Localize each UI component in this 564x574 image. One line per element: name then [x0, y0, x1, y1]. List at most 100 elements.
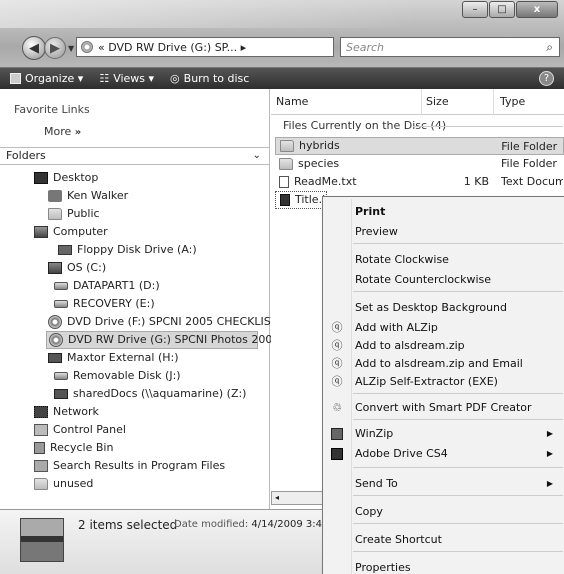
menu-item-set-as-desktop-background[interactable]: Set as Desktop Background [323, 299, 564, 317]
organize-icon [10, 73, 21, 84]
menu-item-label: WinZip [355, 427, 394, 440]
tree-item[interactable]: Floppy Disk Drive (A:) [0, 241, 269, 259]
close-button[interactable]: x [516, 1, 558, 18]
context-menu: Print Preview Rotate Clockwise Rotate Count… [322, 196, 564, 574]
alzip-icon: ⓠ [331, 339, 343, 352]
column-type[interactable]: Type [500, 95, 525, 108]
tree-item[interactable]: sharedDocs (\\aquamarine) (Z:) [0, 385, 269, 403]
menu-item-rotate-clockwise[interactable]: Rotate Clockwise [323, 251, 564, 269]
column-size[interactable]: Size [426, 95, 449, 108]
tree-item[interactable]: DATAPART1 (D:) [0, 277, 269, 295]
menu-item-winzip[interactable]: WinZip ▶ [323, 425, 564, 443]
network-drive-icon [54, 389, 68, 399]
window-title-bar: – □ x ◀ ▶ ▼ « DVD RW Drive (G:) SP... ▸ … [0, 0, 564, 68]
menu-item-preview[interactable]: Preview [323, 223, 564, 241]
menu-item-convert-with-smart-pdf-creator[interactable]: ♲ Convert with Smart PDF Creator [323, 399, 564, 417]
tree-item-label: Maxtor External (H:) [67, 351, 179, 364]
menu-item-send-to[interactable]: Send To ▶ [323, 475, 564, 493]
menu-separator [353, 523, 563, 524]
tree-item[interactable]: OS (C:) [0, 259, 269, 277]
tree-item[interactable]: Recycle Bin [0, 439, 269, 457]
menu-item-alzip-self-extractor-exe[interactable]: ⓠ ALZip Self-Extractor (EXE) [323, 373, 564, 391]
folders-header[interactable]: Folders ⌄ [0, 147, 269, 165]
date-modified-value: 4/14/2009 3:48 [251, 519, 329, 530]
tree-item[interactable]: RECOVERY (E:) [0, 295, 269, 313]
tree-item[interactable]: Computer [0, 223, 269, 241]
tree-item-label: Computer [53, 225, 108, 238]
pdf-creator-icon: ♲ [332, 401, 342, 414]
menu-item-adobe-drive-cs4[interactable]: Adobe Drive CS4 ▶ [323, 445, 564, 463]
burn-to-disc-button[interactable]: ◎ Burn to disc [170, 72, 249, 85]
menu-item-label: Rotate Counterclockwise [355, 273, 492, 286]
submenu-arrow-icon: ▶ [546, 479, 553, 488]
help-icon[interactable]: ? [539, 71, 554, 86]
file-name: Title.j [295, 193, 326, 206]
address-path[interactable]: « DVD RW Drive (G:) SP... ▸ [98, 41, 246, 54]
file-row[interactable]: Title.j [275, 191, 327, 209]
scroll-left-icon[interactable]: ◂ [275, 493, 279, 502]
tree-item[interactable]: Public [0, 205, 269, 223]
tree-item[interactable]: Maxtor External (H:) [0, 349, 269, 367]
file-row[interactable]: hybrids File Folder [275, 137, 564, 155]
more-links-button[interactable]: More » [44, 125, 81, 138]
organize-button[interactable]: Organize ▾ [10, 72, 83, 85]
menu-item-add-to-alsdream-zip-and-email[interactable]: ⓠ Add to alsdream.zip and Email [323, 355, 564, 373]
tree-item[interactable]: Desktop [0, 169, 269, 187]
command-bar: Organize ▾ ☷ Views ▾ ◎ Burn to disc ? [0, 68, 564, 89]
tree-item[interactable]: Removable Disk (J:) [0, 367, 269, 385]
tree-item[interactable]: Search Results in Program Files [0, 457, 269, 475]
tree-item[interactable]: Network [0, 403, 269, 421]
address-bar[interactable]: « DVD RW Drive (G:) SP... ▸ ▼ ⟳ [76, 37, 334, 57]
more-label: More [44, 125, 72, 138]
forward-button[interactable]: ▶ [44, 37, 66, 59]
maximize-button[interactable]: □ [489, 1, 515, 18]
dvd-icon [49, 333, 63, 347]
tree-item[interactable]: unused [0, 475, 269, 493]
tree-item[interactable]: Ken Walker [0, 187, 269, 205]
dvd-drive-icon [81, 41, 93, 53]
file-name-cell[interactable]: hybrids [276, 138, 421, 154]
menu-separator [353, 243, 563, 244]
back-button[interactable]: ◀ [22, 36, 46, 60]
file-row[interactable]: species File Folder [275, 155, 564, 173]
back-arrow-icon: ◀ [29, 40, 39, 56]
submenu-arrow-icon: ▶ [546, 449, 553, 458]
file-type: File Folder [501, 157, 557, 170]
column-name[interactable]: Name [276, 95, 308, 108]
menu-item-create-shortcut[interactable]: Create Shortcut [323, 531, 564, 549]
menu-item-copy[interactable]: Copy [323, 503, 564, 521]
tree-item[interactable]: Control Panel [0, 421, 269, 439]
tree-item[interactable]: DVD Drive (F:) SPCNI 2005 CHECKLIST [0, 313, 277, 331]
minimize-button[interactable]: – [462, 1, 488, 18]
menu-item-add-with-alzip[interactable]: ⓠ Add with ALZip [323, 319, 564, 337]
tree-item-label: DVD Drive (F:) SPCNI 2005 CHECKLIST [67, 315, 278, 328]
tree-item[interactable]: DVD RW Drive (G:) SPCNI Photos 2009 [46, 331, 279, 349]
file-name: species [298, 157, 340, 170]
network-icon [34, 406, 48, 418]
column-divider[interactable] [493, 89, 494, 115]
search-input[interactable]: Search ⌕ [340, 37, 560, 57]
folder-icon [279, 158, 293, 170]
column-headers: Name Size Type [271, 89, 564, 115]
menu-item-label: ALZip Self-Extractor (EXE) [355, 375, 498, 388]
file-name-cell[interactable]: ReadMe.txt [275, 173, 421, 191]
forward-arrow-icon: ▶ [50, 40, 60, 56]
tree-item-label: OS (C:) [67, 261, 107, 274]
views-button[interactable]: ☷ Views ▾ [99, 72, 154, 85]
recent-pages-dropdown[interactable]: ▼ [68, 44, 74, 53]
chevron-down-icon[interactable]: ⌄ [253, 148, 261, 164]
tree-item-label: Recycle Bin [50, 441, 114, 454]
file-name-cell[interactable]: species [275, 155, 421, 173]
menu-item-rotate-counterclockwise[interactable]: Rotate Counterclockwise [323, 271, 564, 289]
menu-item-print[interactable]: Print [323, 203, 564, 221]
alzip-icon: ⓠ [331, 321, 343, 334]
date-modified-label: Date modified: [174, 519, 249, 530]
search-icon[interactable]: ⌕ [546, 40, 553, 55]
file-row[interactable]: ReadMe.txt 1 KB Text Docume [275, 173, 564, 191]
removable-disk-icon [54, 372, 68, 380]
file-name-cell[interactable]: Title.j [276, 192, 326, 208]
menu-item-properties[interactable]: Properties [323, 559, 564, 574]
menu-item-label: Add to alsdream.zip and Email [355, 357, 523, 370]
menu-item-add-to-alsdream-zip[interactable]: ⓠ Add to alsdream.zip [323, 337, 564, 355]
column-divider[interactable] [421, 89, 422, 115]
